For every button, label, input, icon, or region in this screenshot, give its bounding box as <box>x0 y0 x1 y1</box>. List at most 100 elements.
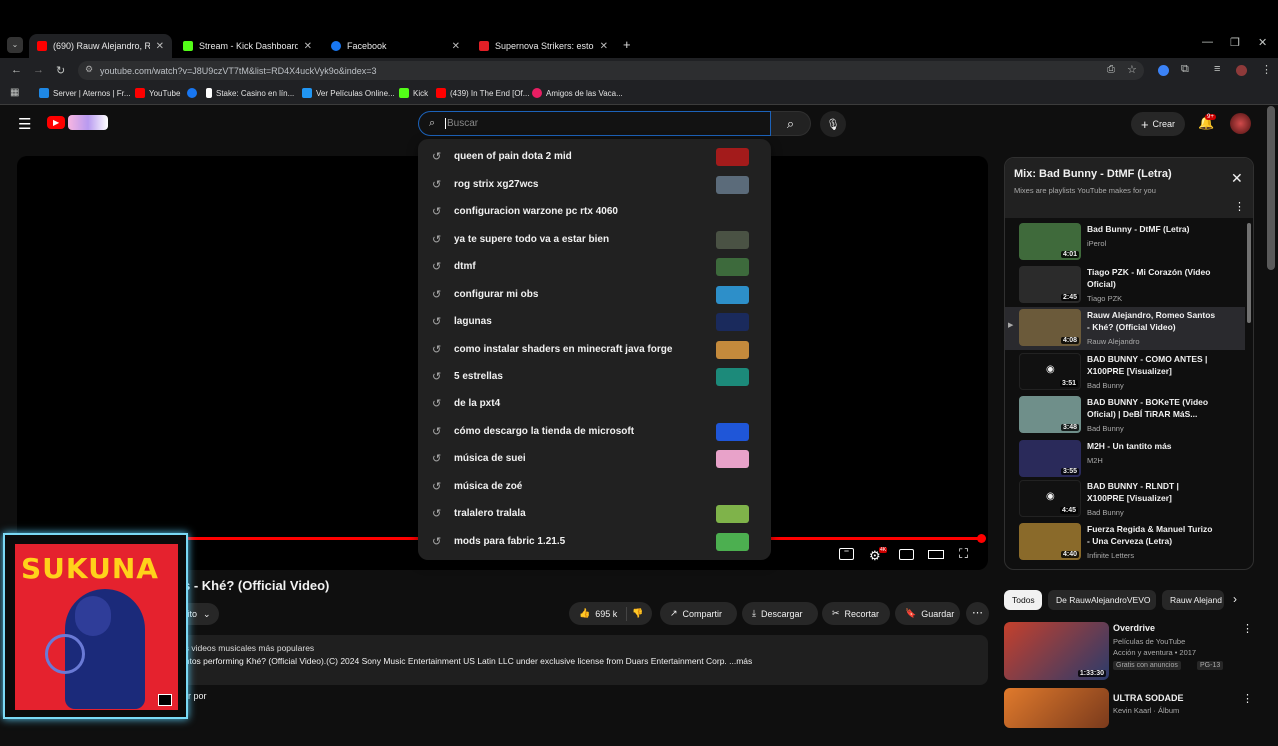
download-button[interactable]: ⤓ Descargar <box>742 602 818 625</box>
facebook-icon <box>331 41 341 51</box>
close-icon[interactable]: ✕ <box>452 41 460 52</box>
bookmark-amigos[interactable]: Amigos de las Vaca... <box>532 88 623 98</box>
more-actions-icon[interactable]: ⋯ <box>966 602 989 625</box>
facebook-icon <box>187 88 197 98</box>
maximize-icon[interactable]: ❐ <box>1230 36 1240 49</box>
tab-youtube[interactable]: (690) Rauw Alejandro, Romeo S ✕ <box>29 34 172 58</box>
reload-icon[interactable]: ↻ <box>56 64 65 77</box>
chevron-down-icon: ⌄ <box>203 608 211 619</box>
suggestion-item[interactable]: ↺ configuracion warzone pc rtx 4060 <box>418 198 771 225</box>
extension-icon[interactable] <box>1158 65 1169 76</box>
site-info-icon[interactable]: ⚙ <box>85 64 93 75</box>
recommendation-item[interactable]: ULTRA SODADE Kevin Kaarl · Álbum ⋮ <box>1004 686 1254 746</box>
suggestion-item[interactable]: ↺ 5 estrellas <box>418 363 771 390</box>
tab-as[interactable]: Supernova Strikers: estos son lo ✕ <box>471 34 616 58</box>
more-menu-icon[interactable]: ⋮ <box>1261 63 1272 76</box>
chevron-right-icon[interactable]: › <box>1233 592 1237 606</box>
playlist-item[interactable]: ◉ 3:51 BAD BUNNY - COMO ANTES | X100PRE [… <box>1005 351 1245 394</box>
save-button[interactable]: 🔖 Guardar <box>895 602 960 625</box>
playlist-item[interactable]: 3:55 M2H - Un tantito más M2H <box>1005 438 1245 481</box>
playlist-item[interactable]: 4:40 Fuerza Regida & Manuel Turizo - Una… <box>1005 521 1245 564</box>
close-icon[interactable]: ✕ <box>304 41 312 52</box>
search-input[interactable]: ⌕ Buscar <box>418 111 771 136</box>
chip-channel[interactable]: De RauwAlejandroVEVO <box>1048 590 1156 610</box>
close-icon[interactable]: ✕ <box>156 41 164 52</box>
apps-grid-icon[interactable]: ▦ <box>10 87 19 98</box>
playlist-item[interactable]: 2:45 Tiago PZK - Mi Corazón (Video Ofici… <box>1005 264 1245 307</box>
search-button[interactable]: ⌕ <box>771 111 811 136</box>
bookmark-in-the-end[interactable]: (439) In The End [Of... <box>436 88 529 98</box>
playlist-item-title: BAD BUNNY - RLNDT | X100PRE [Visualizer] <box>1087 481 1179 503</box>
share-button[interactable]: ↗ Compartir <box>660 602 737 625</box>
suggestion-item[interactable]: ↺ música de suei <box>418 445 771 472</box>
subtitles-icon[interactable]: ═ <box>839 548 854 560</box>
bookmark-youtube[interactable]: YouTube <box>135 88 180 98</box>
thumbs-down-icon[interactable]: 👎 <box>632 608 643 619</box>
recommendation-item[interactable]: 1:33:30 Overdrive Películas de YouTube A… <box>1004 620 1254 680</box>
suggestion-thumbnail <box>716 175 749 194</box>
forward-icon[interactable]: → <box>33 64 44 76</box>
page-scrollbar[interactable] <box>1267 106 1275 270</box>
install-icon[interactable]: ⎙ <box>1107 64 1115 75</box>
suggestion-item[interactable]: ↺ música de zoé <box>418 473 771 500</box>
suggestion-item[interactable]: ↺ ya te supere todo va a estar bien <box>418 226 771 253</box>
suggestion-item[interactable]: ↺ cómo descargo la tienda de microsoft <box>418 418 771 445</box>
suggestion-item[interactable]: ↺ tralalero tralala <box>418 500 771 527</box>
playlist-item-current[interactable]: ▶ 4:08 Rauw Alejandro, Romeo Santos - Kh… <box>1005 307 1245 350</box>
more-vert-icon[interactable]: ⋮ <box>1242 622 1253 635</box>
tab-facebook[interactable]: Facebook ✕ <box>323 34 468 58</box>
bookmark-aternos[interactable]: Server | Aternos | Fr... <box>39 88 131 98</box>
close-window-icon[interactable]: ✕ <box>1258 36 1267 49</box>
suggestion-thumbnail <box>716 449 749 468</box>
new-tab-button[interactable]: + <box>623 37 631 52</box>
bookmark-peliculas[interactable]: Ver Películas Online... <box>302 88 395 98</box>
search-placeholder: Buscar <box>445 118 479 129</box>
suggestion-item[interactable]: ↺ queen of pain dota 2 mid <box>418 143 771 170</box>
playlist-scrollbar[interactable] <box>1247 223 1251 323</box>
suggestion-item[interactable]: ↺ mods para fabric 1.21.5 <box>418 528 771 555</box>
create-button[interactable]: + Crear <box>1131 112 1185 136</box>
rating-badge: PG-13 <box>1197 661 1224 670</box>
like-button[interactable]: 👍 695 k 👎 <box>569 602 652 625</box>
youtube-icon <box>436 88 446 98</box>
bookmark-star-icon[interactable]: ☆ <box>1127 63 1137 76</box>
suggestion-item[interactable]: ↺ lagunas <box>418 308 771 335</box>
album-art: SUKUNA <box>15 544 178 710</box>
playlist-item[interactable]: ◉ 4:45 BAD BUNNY - RLNDT | X100PRE [Visua… <box>1005 478 1245 521</box>
fullscreen-icon[interactable]: ⛶ <box>959 546 968 562</box>
suggestion-item[interactable]: ↺ configurar mi obs <box>418 281 771 308</box>
close-icon[interactable]: ✕ <box>600 41 608 52</box>
profile-avatar[interactable] <box>1236 65 1247 76</box>
bookmark-facebook[interactable] <box>187 88 201 98</box>
playlist-item[interactable]: 3:48 BAD BUNNY - BOKeTE (Video Oficial) … <box>1005 394 1245 437</box>
chip-all[interactable]: Todos <box>1004 590 1042 610</box>
extensions-puzzle-icon[interactable]: ⧉ <box>1181 63 1189 76</box>
theater-mode-icon[interactable] <box>928 550 944 559</box>
back-icon[interactable]: ← <box>11 64 22 76</box>
tab-search-icon[interactable]: ⌄ <box>7 37 23 53</box>
tab-groups-icon[interactable]: ≡ <box>1214 63 1220 75</box>
tab-kick[interactable]: Stream - Kick Dashboard ✕ <box>175 34 320 58</box>
bookmark-kick[interactable]: Kick <box>399 88 428 98</box>
more-vert-icon[interactable]: ⋮ <box>1242 692 1253 705</box>
bookmark-stake[interactable]: Stake: Casino en lín... <box>206 88 294 98</box>
hamburger-menu-icon[interactable]: ☰ <box>18 115 31 133</box>
more-vert-icon[interactable]: ⋮ <box>1234 200 1245 213</box>
account-avatar[interactable] <box>1230 113 1251 134</box>
suggestion-item[interactable]: ↺ rog strix xg27wcs <box>418 171 771 198</box>
minimize-icon[interactable]: — <box>1202 36 1213 48</box>
playlist-item[interactable]: 4:01 Bad Bunny - DtMF (Letra) iPerol <box>1005 221 1245 264</box>
close-icon[interactable]: ✕ <box>1231 170 1243 187</box>
miniplayer-icon[interactable] <box>899 549 914 560</box>
progress-scrubber[interactable] <box>977 534 986 543</box>
chip-related[interactable]: Rauw Alejand <box>1162 590 1224 610</box>
suggestion-item[interactable]: ↺ como instalar shaders en minecraft java… <box>418 336 771 363</box>
bookmark-label: Amigos de las Vaca... <box>546 88 623 98</box>
clip-button[interactable]: ✂ Recortar <box>822 602 890 625</box>
voice-search-button[interactable]: 🎙 <box>820 111 846 137</box>
address-bar[interactable]: ⚙ youtube.com/watch?v=J8U9czVT7tM&list=R… <box>78 61 1144 80</box>
tab-label: Facebook <box>347 41 387 51</box>
suggestion-item[interactable]: ↺ dtmf <box>418 253 771 280</box>
suggestion-item[interactable]: ↺ de la pxt4 <box>418 390 771 417</box>
youtube-logo[interactable]: ▶ <box>47 116 65 129</box>
